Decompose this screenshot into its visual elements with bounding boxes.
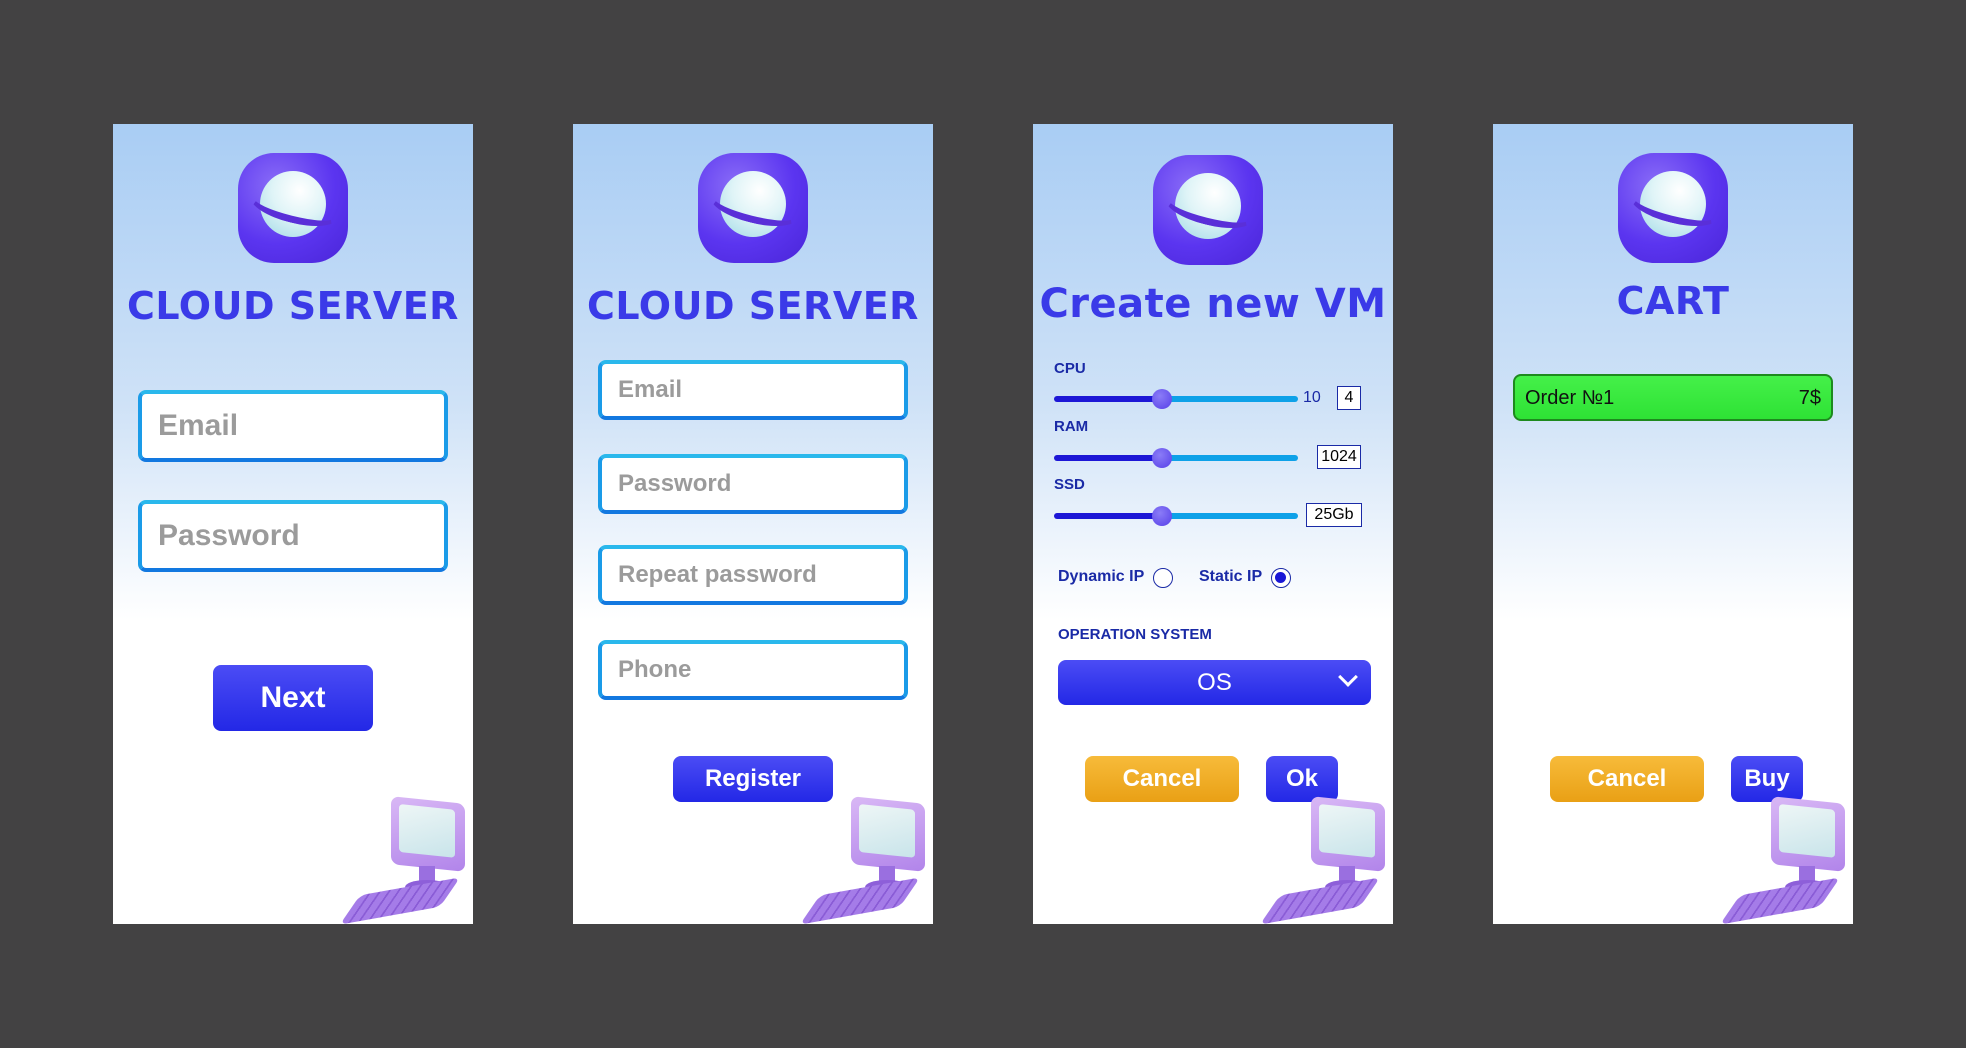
ssd-slider-knob[interactable]: [1152, 506, 1172, 526]
page-title: Create new VM: [1039, 281, 1387, 327]
desktop-computer-icon: [1259, 796, 1393, 924]
cancel-button[interactable]: Cancel: [1085, 756, 1239, 802]
cpu-slider-knob[interactable]: [1152, 389, 1172, 409]
phone-field[interactable]: Phone: [598, 640, 908, 700]
create-vm-screen: Create new VM CPU 10 4 RAM 1024 SSD 25Gb…: [1033, 124, 1393, 924]
cancel-button[interactable]: Cancel: [1550, 756, 1704, 802]
os-select[interactable]: OS: [1058, 660, 1371, 705]
cart-screen: CART Order №1 7$ Cancel Buy: [1493, 124, 1853, 924]
order-name: Order №1: [1525, 387, 1615, 409]
planet-logo-icon: [698, 153, 808, 263]
login-screen: CLOUD SERVER Email Password Next: [113, 124, 473, 924]
email-field[interactable]: Email: [598, 360, 908, 420]
dynamic-ip-label: Dynamic IP: [1058, 568, 1145, 585]
ram-slider-knob[interactable]: [1152, 448, 1172, 468]
password-field[interactable]: Password: [138, 500, 448, 572]
order-item[interactable]: Order №1 7$: [1513, 374, 1833, 421]
desktop-computer-icon: [1719, 796, 1853, 924]
next-button[interactable]: Next: [213, 665, 373, 731]
ram-label: RAM: [1054, 418, 1089, 435]
app-title: CLOUD SERVER: [587, 284, 919, 328]
password-field[interactable]: Password: [598, 454, 908, 514]
cpu-value[interactable]: 4: [1337, 386, 1361, 410]
static-ip-radio[interactable]: [1271, 568, 1291, 588]
planet-logo-icon: [238, 153, 348, 263]
register-screen: CLOUD SERVER Email Password Repeat passw…: [573, 124, 933, 924]
ssd-slider[interactable]: [1054, 506, 1298, 526]
os-section-label: OPERATION SYSTEM: [1058, 626, 1212, 643]
app-title: CLOUD SERVER: [127, 284, 459, 328]
ssd-value[interactable]: 25Gb: [1306, 503, 1362, 527]
cpu-max-label: 10: [1303, 389, 1321, 406]
planet-logo-icon: [1618, 153, 1728, 263]
cpu-label: CPU: [1054, 360, 1086, 377]
desktop-computer-icon: [799, 796, 933, 924]
planet-logo-icon: [1153, 155, 1263, 265]
chevron-down-icon: [1338, 667, 1358, 687]
register-button[interactable]: Register: [673, 756, 833, 802]
ram-value[interactable]: 1024: [1317, 445, 1361, 469]
ssd-label: SSD: [1054, 476, 1085, 493]
email-field[interactable]: Email: [138, 390, 448, 462]
cpu-slider[interactable]: [1054, 389, 1298, 409]
desktop-computer-icon: [339, 796, 473, 924]
dynamic-ip-radio[interactable]: [1153, 568, 1173, 588]
ram-slider[interactable]: [1054, 448, 1298, 468]
page-title: CART: [1616, 279, 1730, 323]
static-ip-label: Static IP: [1199, 568, 1263, 585]
ok-button[interactable]: Ok: [1266, 756, 1338, 802]
order-price: 7$: [1798, 387, 1821, 409]
repeat-password-field[interactable]: Repeat password: [598, 545, 908, 605]
buy-button[interactable]: Buy: [1731, 756, 1803, 802]
os-selected-value: OS: [1197, 668, 1232, 696]
